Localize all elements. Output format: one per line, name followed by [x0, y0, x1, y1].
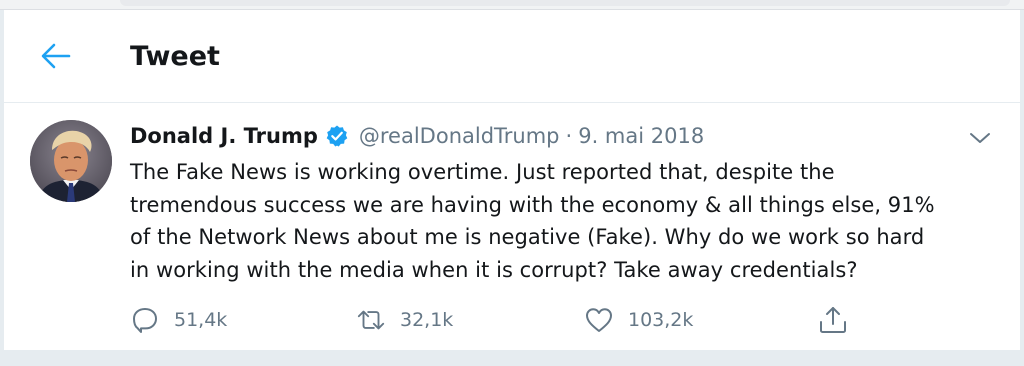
reply-count: 51,4k — [174, 309, 228, 331]
more-options-button[interactable] — [968, 126, 992, 150]
share-button[interactable] — [818, 302, 848, 338]
page-header: Tweet — [4, 10, 1020, 103]
address-bar-edge — [120, 0, 1010, 6]
tweet-date[interactable]: 9. mai 2018 — [578, 124, 704, 148]
tweet-page-card: Tweet Donald J. Trump @realDonaldTrump ·… — [4, 10, 1020, 350]
tweet-text: The Fake News is working overtime. Just … — [130, 160, 935, 282]
reply-button[interactable]: 51,4k — [130, 302, 227, 338]
verified-badge-icon — [325, 124, 349, 148]
author-handle[interactable]: @realDonaldTrump — [359, 124, 560, 148]
like-button[interactable]: 103,2k — [584, 302, 693, 338]
avatar[interactable] — [30, 120, 112, 202]
chevron-down-icon — [970, 133, 990, 143]
retweet-button[interactable]: 32,1k — [356, 302, 453, 338]
tweet-header: Donald J. Trump @realDonaldTrump · 9. ma… — [130, 120, 704, 152]
separator-dot: · — [565, 124, 573, 148]
heart-icon — [584, 305, 614, 335]
like-count: 103,2k — [628, 309, 694, 331]
share-icon — [818, 305, 848, 335]
tweet-actions: 51,4k 32,1k 103,2k — [130, 302, 870, 338]
arrow-left-icon — [41, 43, 71, 69]
author-name[interactable]: Donald J. Trump — [130, 124, 318, 148]
back-button[interactable] — [36, 36, 76, 76]
retweet-icon — [356, 305, 386, 335]
browser-top-strip — [0, 0, 1024, 10]
reply-icon — [130, 305, 160, 335]
page-title: Tweet — [130, 41, 220, 72]
retweet-count: 32,1k — [400, 309, 454, 331]
avatar-image — [30, 120, 112, 202]
